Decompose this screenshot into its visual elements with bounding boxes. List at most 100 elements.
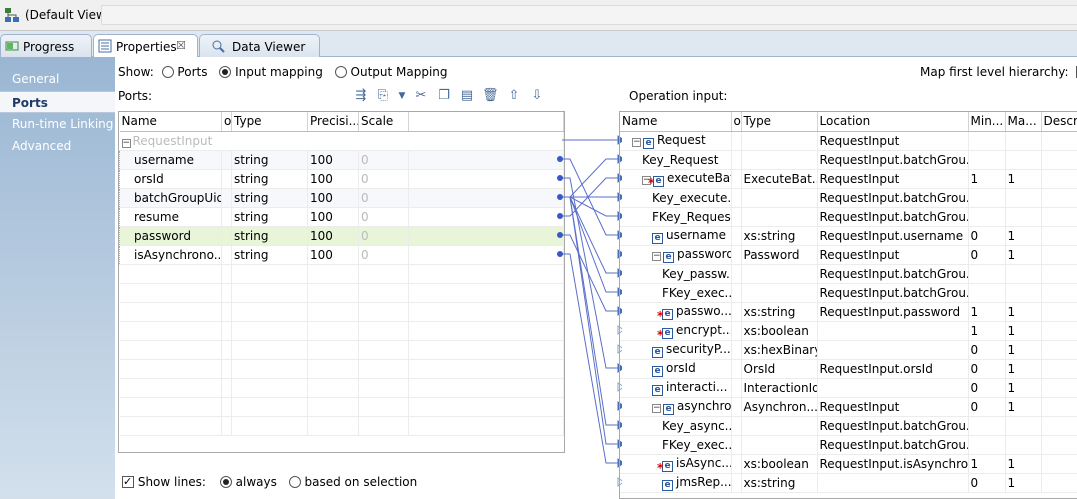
tree-row[interactable]: Key_async... RequestInput.batchGrou... <box>620 416 1077 436</box>
move-down-icon[interactable]: ⇩ <box>529 88 545 104</box>
tree-row[interactable]: e securityP... xs:hexBinary 0 1 <box>620 340 1077 360</box>
paste-icon[interactable]: ▤ <box>459 88 475 104</box>
port-connector-dot[interactable] <box>557 156 563 162</box>
node-o <box>731 207 742 227</box>
cut-icon[interactable]: ✂ <box>413 88 429 104</box>
column-header-type[interactable]: Type <box>741 112 818 132</box>
radio-ports[interactable] <box>161 66 174 78</box>
port-type: string <box>231 169 308 189</box>
sidebar-item-runtime-linking[interactable]: Run-time Linking <box>0 113 115 135</box>
collapse-icon[interactable]: − <box>121 138 131 148</box>
empty-cell <box>221 397 232 417</box>
tab-properties[interactable]: Properties ☒ <box>93 34 198 58</box>
node-o <box>731 188 742 208</box>
column-header-description[interactable]: Descrip <box>1041 112 1077 132</box>
column-header-o[interactable]: o <box>731 112 742 132</box>
tree-row[interactable]: Key_passw... RequestInput.batchGrou... <box>620 264 1077 284</box>
show-lines-label[interactable]: Show lines: <box>138 475 206 489</box>
tree-row[interactable]: − e Request RequestInput <box>620 131 1077 151</box>
empty-cell <box>231 321 308 341</box>
collapse-icon[interactable]: − <box>652 403 661 413</box>
port-connector-dot[interactable] <box>557 232 563 238</box>
show-lines-checkbox[interactable] <box>122 474 134 490</box>
column-header-min[interactable]: Min... <box>968 112 1006 132</box>
tree-row[interactable]: e orsId OrsId RequestInput.orsId 0 1 <box>620 359 1077 379</box>
radio-ports-label[interactable]: Ports <box>177 65 207 79</box>
column-header-type[interactable]: Type <box>231 112 308 132</box>
empty-cell <box>119 397 222 417</box>
ports-table: Name o Type Precisi... Scale − RequestInp… <box>118 111 565 453</box>
sidebar-item-advanced[interactable]: Advanced <box>0 135 115 157</box>
radio-always[interactable] <box>219 476 232 488</box>
column-header-precision[interactable]: Precisi... <box>307 112 359 132</box>
tab-data-viewer[interactable]: Data Viewer <box>199 34 320 58</box>
port-connector-dot[interactable] <box>557 251 563 257</box>
empty-cell <box>307 264 359 284</box>
tree-row[interactable]: Key_execute... RequestInput.batchGrou... <box>620 188 1077 208</box>
column-header-max[interactable]: Ma... <box>1005 112 1042 132</box>
table-row[interactable]: password string 100 0 <box>119 226 564 246</box>
tree-row[interactable]: −eexecuteBat... ExecuteBat...RequestInput… <box>620 169 1077 189</box>
tree-row[interactable]: eisAsync... xs:booleanRequestInput.isAsyn… <box>620 454 1077 474</box>
delete-icon[interactable]: 🗑 <box>482 88 499 104</box>
port-precision: 100 <box>307 169 359 189</box>
copy-icon[interactable]: ❐ <box>436 88 452 104</box>
collapse-icon[interactable]: − <box>652 251 661 261</box>
properties-icon <box>98 39 112 53</box>
node-type: Asynchron... <box>741 397 818 417</box>
table-row[interactable]: orsId string 100 0 <box>119 169 564 189</box>
node-min: 0 <box>968 397 1006 417</box>
radio-based-on-selection[interactable] <box>288 476 301 488</box>
tree-row[interactable]: FKey_exec... RequestInput.batchGrou... <box>620 435 1077 455</box>
add-port-icon[interactable]: ⇶ <box>353 88 369 104</box>
tree-row[interactable]: eencrypt... xs:boolean 11 <box>620 321 1077 341</box>
tree-row[interactable]: −easynchro... Asynchron...RequestInput01 <box>620 397 1077 417</box>
radio-input-mapping-label[interactable]: Input mapping <box>235 65 323 79</box>
port-connector-dot[interactable] <box>557 194 563 200</box>
tree-row[interactable]: e jmsRep... xs:string 0 1 <box>620 473 1077 493</box>
tree-row[interactable]: Key_Request RequestInput.batchGrou... <box>620 150 1077 170</box>
tree-row[interactable]: − e password Password RequestInput 0 1 <box>620 245 1077 265</box>
column-header-scale[interactable]: Scale <box>358 112 409 132</box>
tree-row[interactable]: FKey_Request RequestInput.batchGrou... <box>620 207 1077 227</box>
tree-row[interactable]: e username xs:string RequestInput.username 0… <box>620 226 1077 246</box>
radio-output-mapping[interactable] <box>334 66 347 78</box>
column-header-name[interactable]: Name <box>620 112 732 132</box>
table-row[interactable]: resume string 100 0 <box>119 207 564 227</box>
empty-cell <box>358 378 409 398</box>
radio-based-on-selection-label[interactable]: based on selection <box>305 475 418 489</box>
dropdown-icon[interactable]: ▼ <box>397 88 407 104</box>
port-connector-dot[interactable] <box>557 213 563 219</box>
empty-cell <box>408 416 564 436</box>
new-icon[interactable]: ⎘ <box>375 88 391 104</box>
element-icon: e <box>657 327 673 339</box>
tree-row[interactable]: FKey_exec... RequestInput.batchGrou... <box>620 283 1077 303</box>
radio-always-label[interactable]: always <box>236 475 277 489</box>
node-max: 1 <box>1005 169 1042 189</box>
column-header-o[interactable]: o <box>221 112 232 132</box>
table-row[interactable]: username string 100 0 <box>119 150 564 170</box>
radio-input-mapping[interactable] <box>219 66 232 78</box>
node-type <box>741 283 818 303</box>
node-min: 0 <box>968 340 1006 360</box>
tab-progress[interactable]: Progress <box>0 34 92 58</box>
tree-node-name: executeBat... <box>667 170 731 185</box>
tree-name-cell: e jmsRep... <box>620 473 732 493</box>
close-icon[interactable]: ☒ <box>176 39 186 52</box>
tree-row[interactable]: epasswo... xs:stringRequestInput.password… <box>620 302 1077 322</box>
port-connector-dot[interactable] <box>557 175 563 181</box>
tree-node-name: passwo... <box>676 303 731 318</box>
tree-row[interactable]: e interacti... InteractionId 0 1 <box>620 378 1077 398</box>
column-header-name[interactable]: Name <box>119 112 222 132</box>
sidebar-item-ports[interactable]: Ports <box>0 91 115 113</box>
collapse-icon[interactable]: − <box>632 137 641 147</box>
element-icon: e <box>662 479 673 491</box>
move-up-icon[interactable]: ⇧ <box>506 88 522 104</box>
table-row[interactable]: isAsynchrono... string 100 0 <box>119 245 564 265</box>
table-row-group[interactable]: − RequestInput <box>119 131 564 151</box>
column-header-location[interactable]: Location <box>817 112 969 132</box>
radio-output-mapping-label[interactable]: Output Mapping <box>351 65 448 79</box>
tree-node-name: orsId <box>666 360 696 375</box>
table-row[interactable]: batchGroupUid string 100 0 <box>119 188 564 208</box>
sidebar-item-general[interactable]: General <box>0 68 115 90</box>
